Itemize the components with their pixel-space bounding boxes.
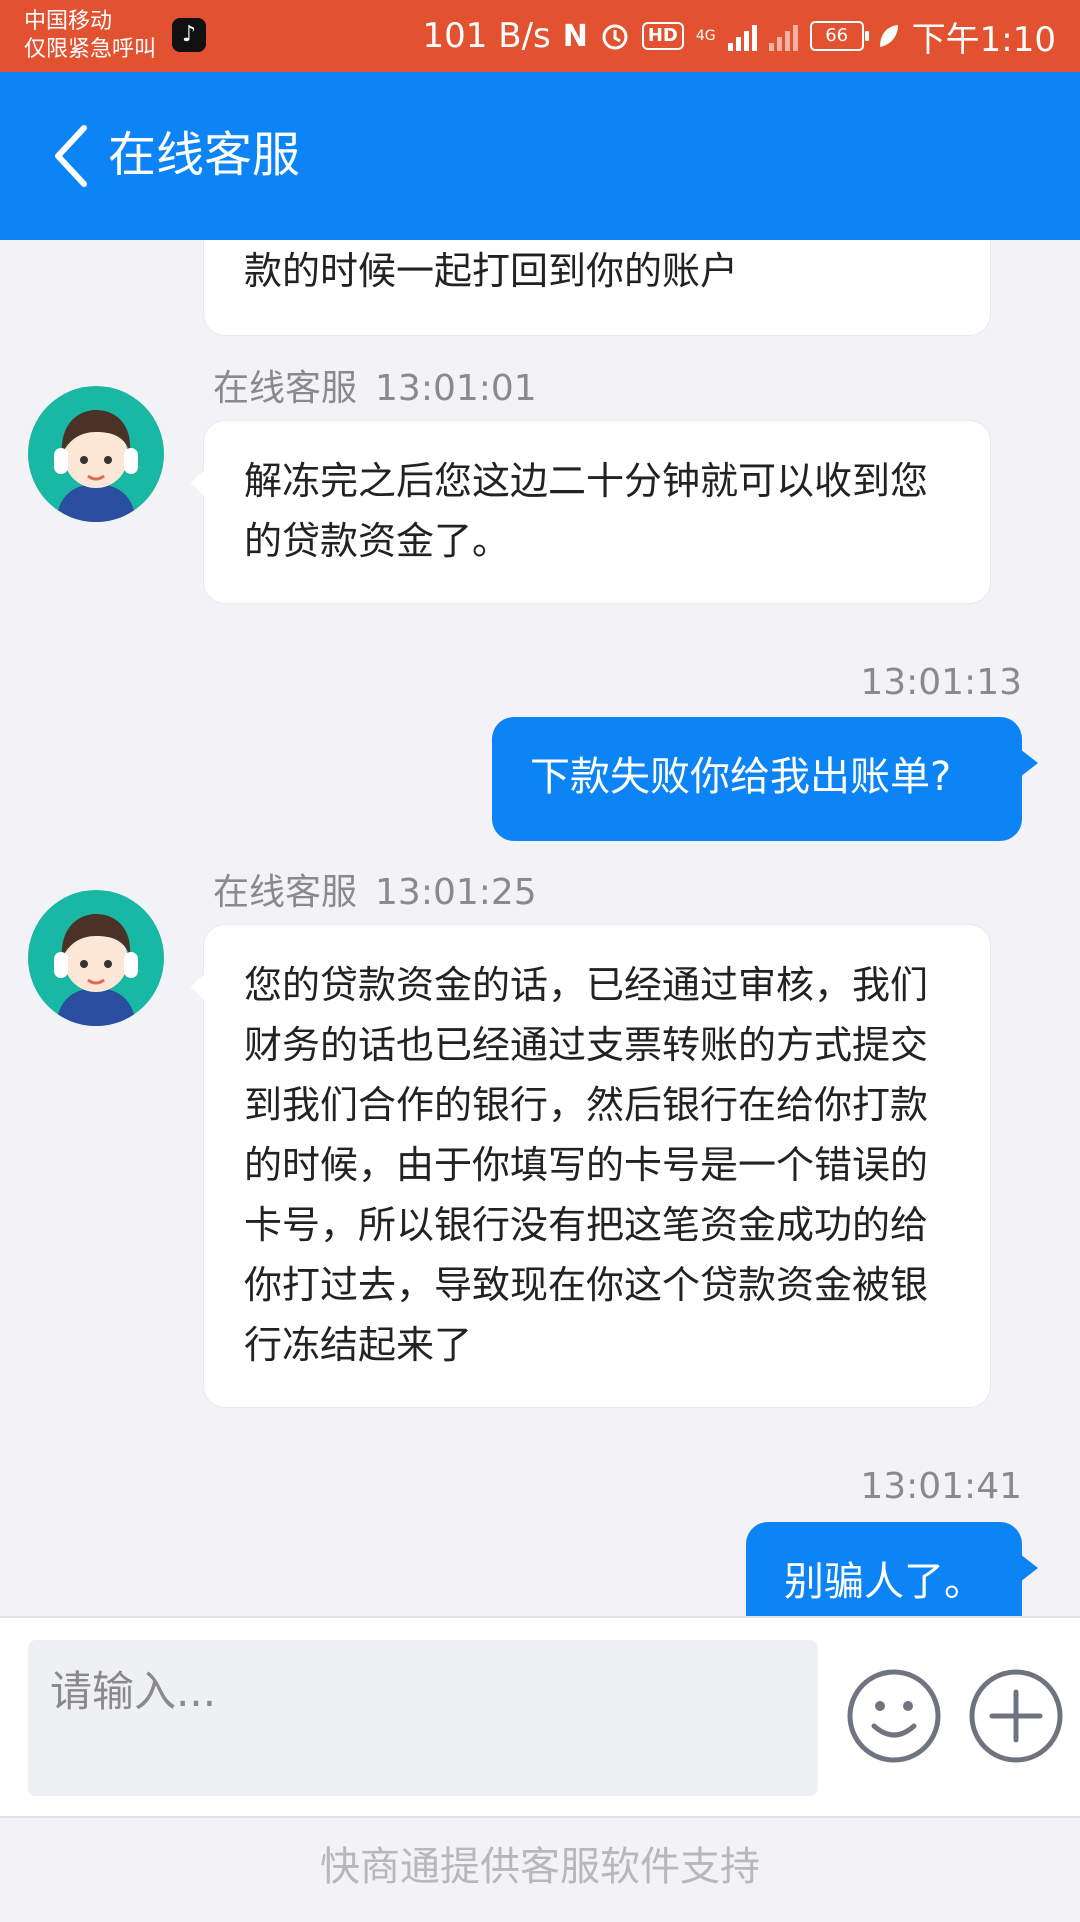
- status-bar: 中国移动 仅限紧急呼叫 ♪ 101 B/s N HD 4G 66 下午1:10: [0, 0, 1080, 72]
- message-bubble-outgoing: 下款失败你给我出账单?: [492, 717, 1038, 841]
- chat-message-list[interactable]: 款的时候一起打回到你的账户 在线客服 13:01:01 解冻完之后您这边二十分钟就…: [0, 240, 1080, 1616]
- signal-no-service-icon: [768, 21, 798, 51]
- emoji-button[interactable]: [846, 1668, 942, 1764]
- add-attachment-button[interactable]: [968, 1668, 1064, 1764]
- message-time: 13:01:01: [375, 368, 537, 409]
- message-input-placeholder: 请输入...: [50, 1667, 217, 1716]
- page-title: 在线客服: [108, 127, 301, 183]
- back-button[interactable]: [50, 124, 106, 188]
- battery-icon: 66: [809, 21, 869, 51]
- leaf-icon: [876, 23, 900, 49]
- message-input[interactable]: 请输入...: [28, 1640, 818, 1796]
- sender-name: 在线客服: [213, 872, 358, 913]
- message-text: 您的贷款资金的话，已经通过审核，我们财务的话也已经通过支票转账的方式提交到我们合…: [244, 963, 929, 1367]
- message-text: 下款失败你给我出账单?: [530, 754, 952, 800]
- smiley-icon: [847, 1669, 941, 1763]
- message-text: 解冻完之后您这边二十分钟就可以收到您的贷款资金了。: [244, 459, 929, 563]
- status-icons: 101 B/s N HD 4G 66 下午1:10: [423, 10, 1056, 62]
- app-header: 在线客服: [0, 72, 1080, 240]
- message-time: 13:01:41: [860, 1466, 1022, 1507]
- avatar[interactable]: [28, 386, 164, 522]
- message-meta: 在线客服 13:01:25: [213, 870, 537, 916]
- bubble-tail: [1020, 1554, 1038, 1582]
- bubble-tail: [190, 469, 206, 497]
- nfc-icon: N: [562, 18, 588, 54]
- message-time: 13:01:25: [375, 872, 537, 913]
- message-time: 13:01:13: [860, 662, 1022, 703]
- bubble-tail: [190, 973, 206, 1001]
- hd-badge: HD: [641, 22, 684, 50]
- network-type: 4G: [696, 29, 716, 43]
- plus-icon: [969, 1669, 1063, 1763]
- message-bubble-incoming: 解冻完之后您这边二十分钟就可以收到您的贷款资金了。: [190, 420, 991, 604]
- message-bubble-incoming: 您的贷款资金的话，已经通过审核，我们财务的话也已经通过支票转账的方式提交到我们合…: [190, 924, 991, 1408]
- clock: 下午1:10: [911, 19, 1056, 60]
- tiktok-icon: ♪: [172, 18, 206, 52]
- message-bubble-outgoing: 别骗人了。: [746, 1522, 1038, 1616]
- powered-by-footer: 快商通提供客服软件支持: [0, 1816, 1080, 1922]
- message-bubble-incoming: 款的时候一起打回到你的账户: [203, 240, 991, 336]
- signal-icon: [727, 21, 757, 51]
- carrier-info: 中国移动 仅限紧急呼叫: [24, 8, 156, 64]
- message-meta: 在线客服 13:01:01: [213, 366, 537, 412]
- agent-avatar-icon: [54, 914, 138, 1026]
- message-text: 别骗人了。: [784, 1559, 984, 1605]
- net-speed: 101 B/s: [422, 16, 551, 56]
- input-bar: 请输入...: [0, 1616, 1080, 1818]
- sender-name: 在线客服: [213, 368, 358, 409]
- battery-level: 66: [825, 25, 849, 46]
- agent-avatar-icon: [54, 410, 138, 522]
- network-type-label: 4G: [695, 28, 716, 44]
- chevron-left-icon: [55, 125, 87, 187]
- carrier-status: 仅限紧急呼叫: [24, 37, 157, 62]
- carrier-name: 中国移动: [24, 9, 113, 34]
- avatar[interactable]: [28, 890, 164, 1026]
- alarm-icon: [600, 21, 630, 51]
- message-text: 款的时候一起打回到你的账户: [244, 249, 739, 293]
- bubble-tail: [1020, 749, 1038, 777]
